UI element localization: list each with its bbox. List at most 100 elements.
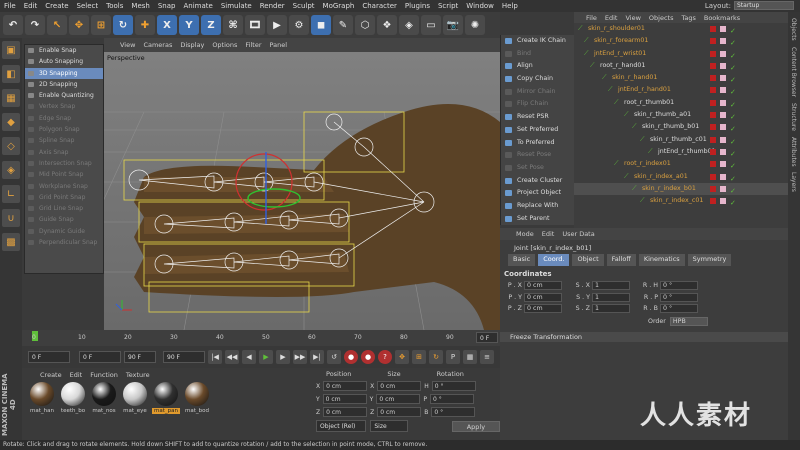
tab-structure[interactable]: Structure <box>790 103 797 131</box>
visibility-render-dot[interactable] <box>720 50 726 57</box>
object-name[interactable]: root_r_hand01 <box>600 60 645 72</box>
visibility-render-dot[interactable] <box>720 148 726 155</box>
freeze-transformation-section[interactable]: Freeze Transformation <box>500 331 788 342</box>
subdivision-icon[interactable]: ⬡ <box>355 15 375 35</box>
command-align-button[interactable]: Align <box>501 60 574 73</box>
object-name[interactable]: skin_r_thumb_b01 <box>642 121 699 133</box>
model-mode-icon[interactable]: ◧ <box>2 65 20 83</box>
visibility-render-dot[interactable] <box>720 112 726 119</box>
coord-rotation-field[interactable]: 0 ° <box>429 394 474 404</box>
menu-item-file[interactable]: File <box>0 2 20 10</box>
command-create-cluster-button[interactable]: Create Cluster <box>501 175 574 188</box>
object-tree-row[interactable]: ⟋ skin_r_thumb_c01 ✓ <box>574 134 788 146</box>
snap-menu-item[interactable]: Grid Point Snap <box>25 192 103 203</box>
visibility-editor-dot[interactable] <box>710 75 716 82</box>
visibility-render-dot[interactable] <box>720 38 726 45</box>
visibility-render-dot[interactable] <box>720 173 726 180</box>
viewport-menu-panel[interactable]: Panel <box>270 41 288 49</box>
menu-item-window[interactable]: Window <box>462 2 498 10</box>
attribute-tab-coord[interactable]: Coord. <box>538 254 570 266</box>
menu-item-mesh[interactable]: Mesh <box>127 2 153 10</box>
attribute-menu-edit[interactable]: Edit <box>542 230 555 238</box>
live-selection-icon[interactable]: ↖ <box>47 15 67 35</box>
coord-position-field[interactable]: 0 cm <box>322 394 367 404</box>
undo-button[interactable]: ↶ <box>3 15 23 35</box>
attribute-tab-object[interactable]: Object <box>572 254 604 266</box>
menu-item-mograph[interactable]: MoGraph <box>319 2 359 10</box>
snap-menu-item[interactable]: Workplane Snap <box>25 181 103 192</box>
start-frame-field[interactable]: 0 F <box>28 351 70 363</box>
material-item[interactable]: mat_eye <box>121 382 149 414</box>
attribute-tab-symmetry[interactable]: Symmetry <box>687 254 732 266</box>
end-frame-field[interactable]: 90 F <box>163 351 205 363</box>
visibility-render-dot[interactable] <box>720 62 726 69</box>
visibility-render-dot[interactable] <box>720 198 726 205</box>
y-axis-lock-button[interactable]: Y <box>179 15 199 35</box>
material-menu-texture[interactable]: Texture <box>126 371 150 380</box>
coordinate-system-button[interactable]: ⌘ <box>223 15 243 35</box>
object-name[interactable]: skin_r_hand01 <box>612 72 657 84</box>
menu-item-create[interactable]: Create <box>41 2 72 10</box>
visibility-editor-dot[interactable] <box>710 198 716 205</box>
material-item[interactable]: teeth_bo <box>59 382 87 414</box>
viewport[interactable]: Perspective <box>104 52 500 330</box>
visibility-render-dot[interactable] <box>720 26 726 32</box>
object-name[interactable]: skin_r_shoulder01 <box>588 23 645 35</box>
axis-mode-icon[interactable]: ∟ <box>2 185 20 203</box>
visibility-editor-dot[interactable] <box>710 185 716 192</box>
menu-item-select[interactable]: Select <box>73 2 103 10</box>
snap-menu-item[interactable]: Grid Line Snap <box>25 203 103 214</box>
pla-key-icon[interactable]: ▦ <box>463 350 477 364</box>
command-reset-pose-button[interactable]: Reset Pose <box>501 149 574 162</box>
snap-menu-item[interactable]: Perpendicular Snap <box>25 237 103 248</box>
object-menu-objects[interactable]: Objects <box>649 14 674 22</box>
attribute-coord-field[interactable]: 0 cm <box>524 281 562 291</box>
array-icon[interactable]: ❖ <box>377 15 397 35</box>
command-to-preferred-button[interactable]: To Preferred <box>501 137 574 150</box>
command-bind-button[interactable]: Bind <box>501 48 574 61</box>
snap-menu-item[interactable]: Enable Snap <box>25 45 103 56</box>
object-name[interactable]: skin_r_thumb_c01 <box>650 134 707 146</box>
material-item[interactable]: mat_nos <box>90 382 118 414</box>
attribute-coord-field[interactable]: 0 ° <box>660 281 698 291</box>
timeline-ruler[interactable]: 0 F 0 10 20 30 40 50 60 70 80 90 <box>22 330 500 346</box>
visibility-render-dot[interactable] <box>720 161 726 168</box>
object-tree-row[interactable]: ⟋ jntEnd_r_hand01 ✓ <box>574 84 788 96</box>
viewport-menu-display[interactable]: Display <box>180 41 204 49</box>
attribute-coord-field[interactable]: 1 <box>592 304 630 314</box>
viewport-menu-cameras[interactable]: Cameras <box>143 41 172 49</box>
record-active-icon[interactable]: ● <box>344 350 358 364</box>
snap-menu-item[interactable]: Intersection Snap <box>25 158 103 169</box>
object-name[interactable]: jntEnd_r_hand01 <box>618 84 671 96</box>
coord-size-field[interactable]: 0 cm <box>376 394 421 404</box>
coord-rotation-field[interactable]: 0 ° <box>431 407 476 417</box>
coord-rotation-field[interactable]: 0 ° <box>431 381 476 391</box>
object-name[interactable]: root_r_index01 <box>624 158 671 170</box>
visibility-render-dot[interactable] <box>720 75 726 82</box>
move-tool-button[interactable]: ✥ <box>69 15 89 35</box>
command-create-ik-chain-button[interactable]: Create IK Chain <box>501 35 574 48</box>
snap-menu-item[interactable]: Dynamic Guide <box>25 226 103 237</box>
object-tree-row[interactable]: ⟋ skin_r_thumb_b01 ✓ <box>574 121 788 133</box>
rotation-key-icon[interactable]: ↻ <box>429 350 443 364</box>
snap-menu-item[interactable]: Spline Snap <box>25 135 103 146</box>
attribute-coord-field[interactable]: 0 ° <box>660 292 698 302</box>
command-set-pose-button[interactable]: Set Pose <box>501 162 574 175</box>
autokey-icon[interactable]: ● <box>361 350 375 364</box>
render-view-icon[interactable]: 🎞 <box>245 15 265 35</box>
loop-icon[interactable]: ↺ <box>327 350 341 364</box>
command-set-preferred-button[interactable]: Set Preferred <box>501 124 574 137</box>
snap-menu-item[interactable]: Enable Quantizing <box>25 90 103 101</box>
object-tree-row[interactable]: ⟋ root_r_thumb01 ✓ <box>574 97 788 109</box>
visibility-editor-dot[interactable] <box>710 161 716 168</box>
coord-size-field[interactable]: 0 cm <box>377 407 422 417</box>
object-name[interactable]: skin_r_thumb_a01 <box>634 109 691 121</box>
polygons-mode-icon[interactable]: ◈ <box>2 161 20 179</box>
timeline-end-field[interactable]: 0 F <box>476 332 498 343</box>
recent-tools-button[interactable]: ✚ <box>135 15 155 35</box>
light-icon[interactable]: ✺ <box>465 15 485 35</box>
object-tree-row[interactable]: ⟋ skin_r_forearm01 ✓ <box>574 35 788 47</box>
material-item[interactable]: mat_bod <box>183 382 211 414</box>
texture-mode-icon[interactable]: ▦ <box>2 89 20 107</box>
rotate-tool-button[interactable]: ↻ <box>113 15 133 35</box>
